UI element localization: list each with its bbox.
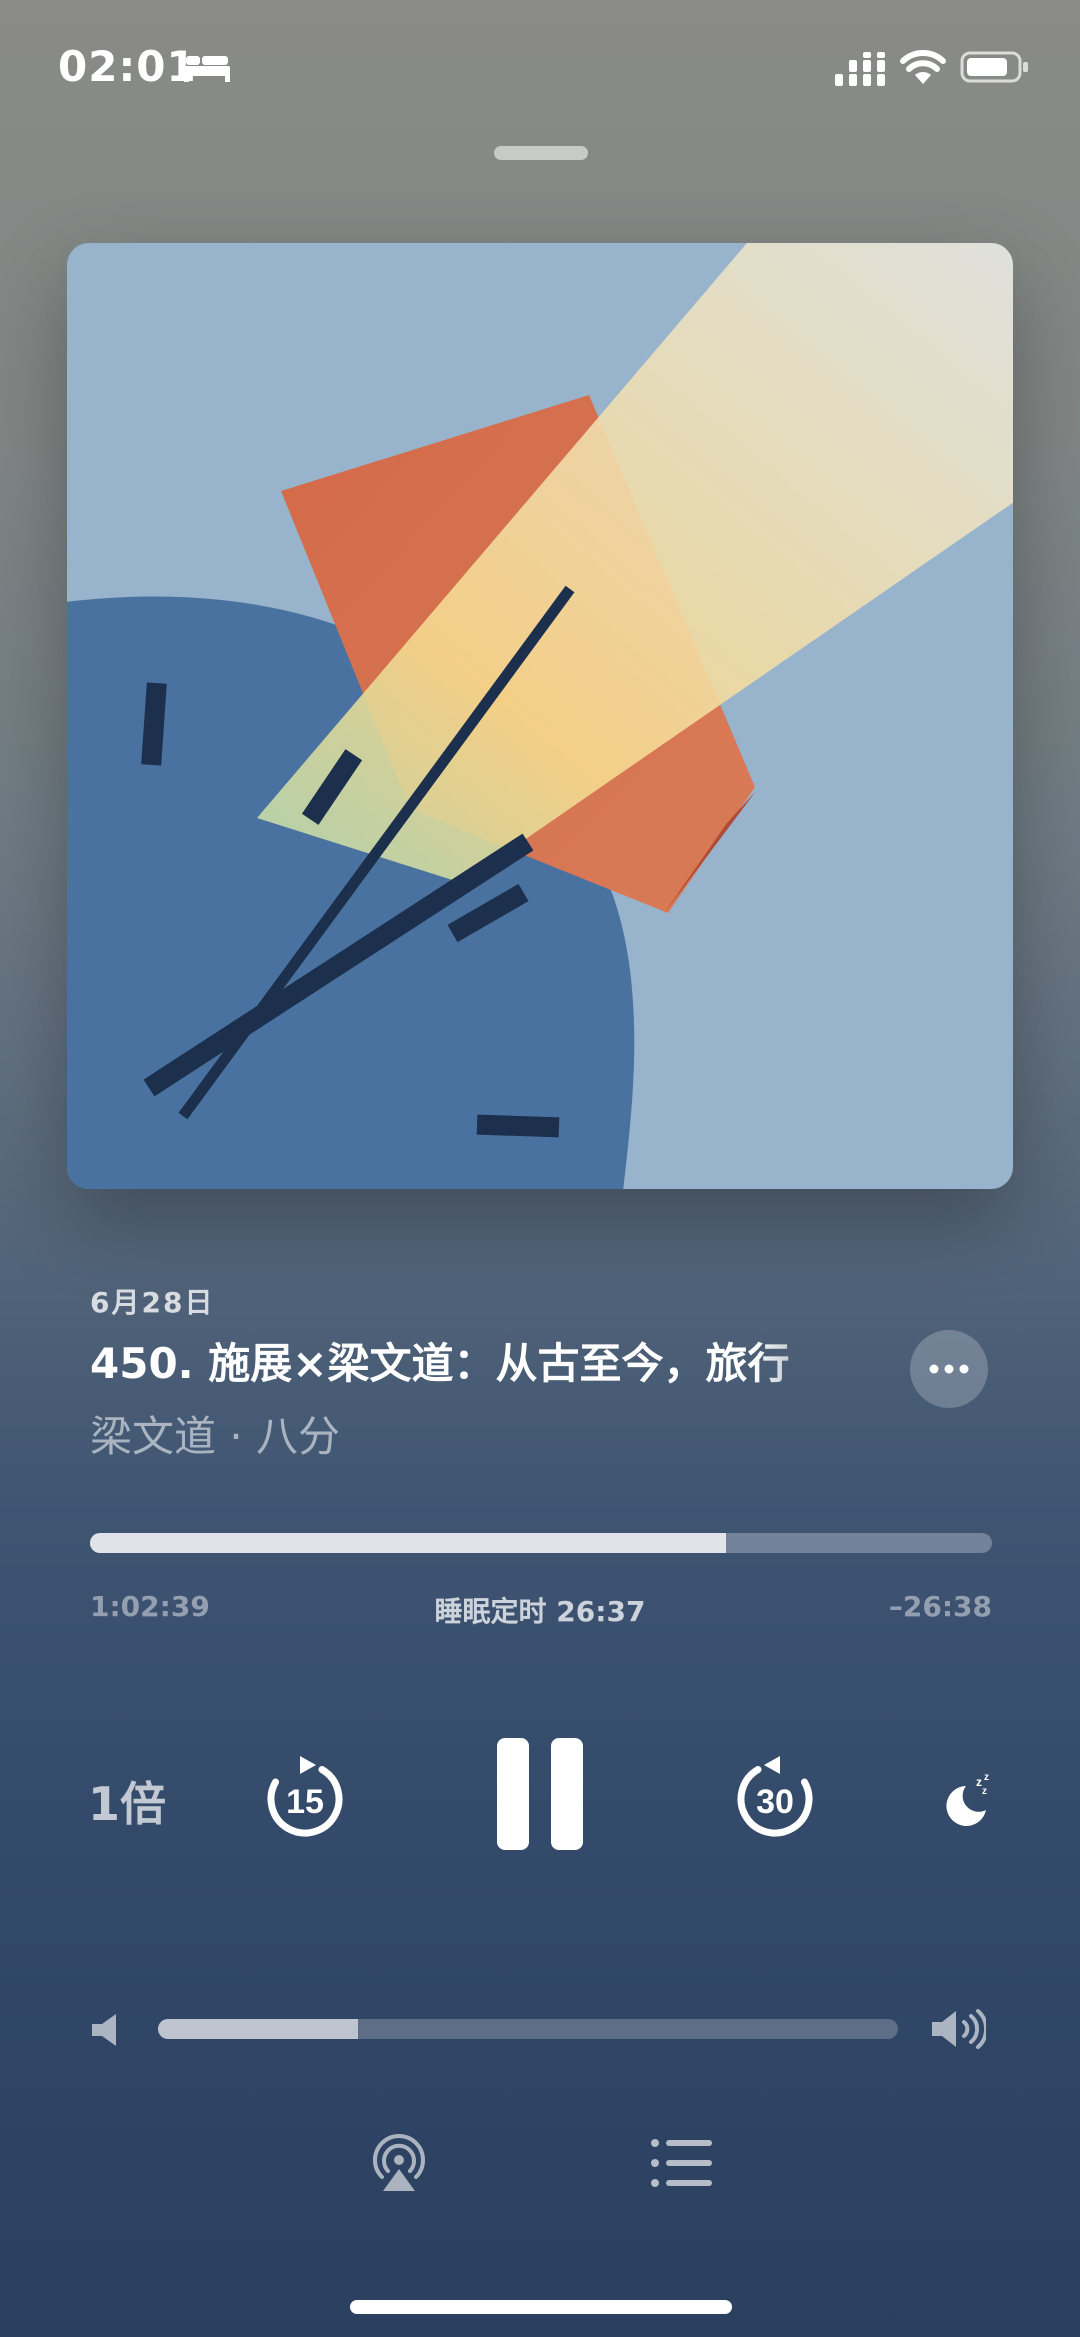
svg-text:z: z [982,1786,987,1797]
queue-icon[interactable] [650,2138,712,2188]
wifi-icon [900,50,946,84]
status-time: 02:01 [58,42,197,91]
volume-low-icon [92,2014,116,2046]
elapsed-time: 1:02:39 [90,1590,210,1623]
skip-forward-label: 30 [756,1783,794,1821]
battery-icon [960,51,1028,83]
remaining-time: –26:38 [888,1590,992,1623]
bed-icon [184,56,230,82]
episode-author[interactable]: 梁文道 · 八分 [90,1403,340,1464]
episode-title[interactable]: 450. 施展×梁文道：从古至今，旅行 [90,1330,870,1390]
pause-button[interactable] [495,1736,585,1852]
sleep-timer-label: 睡眠定时 26:37 [434,1595,646,1628]
sheet-grabber[interactable] [494,146,588,160]
playback-scrubber[interactable] [90,1533,992,1553]
skip-back-label: 15 [286,1783,324,1821]
ellipsis-icon [929,1364,969,1374]
svg-text:z: z [984,1772,989,1783]
skip-forward-30-icon[interactable]: 30 [732,1756,818,1842]
sleep-timer-icon[interactable]: z z z [936,1768,1000,1832]
home-indicator[interactable] [350,2300,732,2314]
podcast-artwork [67,243,1013,1189]
cellular-signal-icon [835,52,885,86]
skip-back-15-icon[interactable]: 15 [262,1756,348,1842]
episode-date: 6月28日 [90,1286,215,1319]
playback-speed-button[interactable]: 1倍 [88,1768,166,1834]
volume-fill [158,2019,358,2039]
volume-high-icon [932,2009,986,2049]
playback-progress-fill [90,1533,726,1553]
airplay-icon[interactable] [368,2133,430,2195]
volume-slider[interactable] [158,2019,898,2039]
more-options-button[interactable] [910,1330,988,1408]
